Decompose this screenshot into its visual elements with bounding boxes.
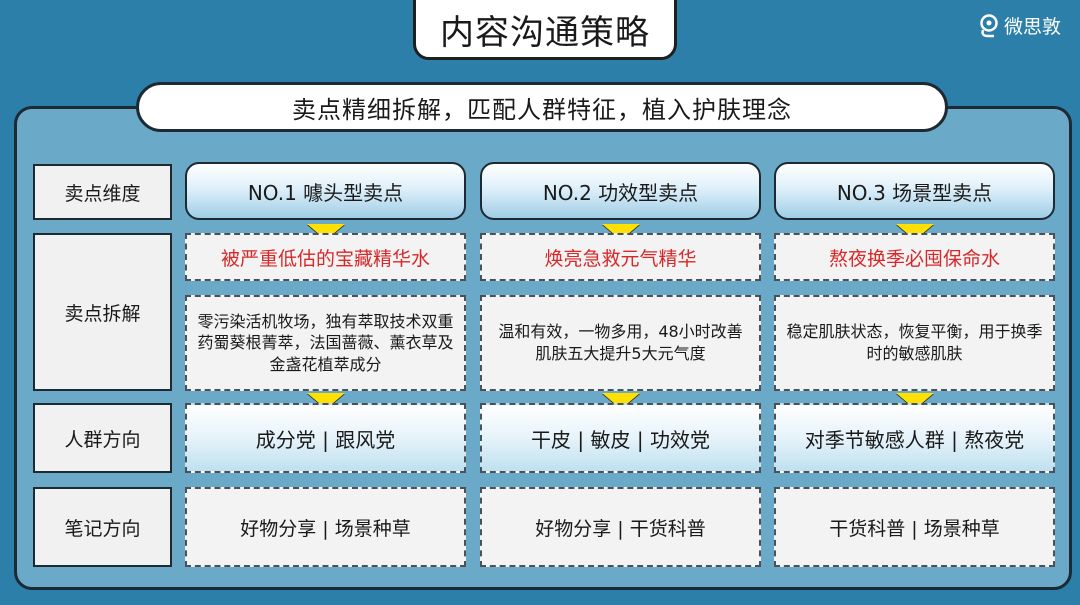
audience-3: 对季节敏感人群 | 熬夜党: [774, 403, 1055, 473]
column-header-3: NO.3 场景型卖点: [774, 162, 1055, 220]
row-label-breakdown: 卖点拆解: [33, 233, 172, 391]
subtitle-banner: 卖点精细拆解，匹配人群特征，植入护肤理念: [136, 82, 948, 132]
column-header-2: NO.2 功效型卖点: [480, 162, 761, 220]
audience-2: 干皮 | 敏皮 | 功效党: [480, 403, 761, 473]
selling-point-headline-2: 焕亮急救元气精华: [480, 233, 761, 281]
selling-point-description-3: 稳定肌肤状态，恢复平衡，用于换季时的敏感肌肤: [774, 295, 1055, 391]
row-label-notes: 笔记方向: [33, 487, 172, 567]
brand-logo: 微思敦: [978, 12, 1061, 39]
selling-point-description-1: 零污染活机牧场，独有萃取技术双重药蜀葵根菁萃，法国蔷薇、薰衣草及金盏花植萃成分: [185, 295, 466, 391]
notes-direction-2: 好物分享 | 干货科普: [480, 487, 761, 567]
page-title: 内容沟通策略: [413, 0, 677, 60]
notes-direction-1: 好物分享 | 场景种草: [185, 487, 466, 567]
selling-point-headline-3: 熬夜换季必囤保命水: [774, 233, 1055, 281]
selling-point-headline-1: 被严重低估的宝藏精华水: [185, 233, 466, 281]
logo-icon: [978, 13, 1000, 38]
row-label-dimension: 卖点维度: [33, 164, 172, 220]
column-header-1: NO.1 噱头型卖点: [185, 162, 466, 220]
notes-direction-3: 干货科普 | 场景种草: [774, 487, 1055, 567]
logo-text: 微思敦: [1004, 16, 1062, 38]
row-label-audience: 人群方向: [33, 403, 172, 473]
selling-point-description-2: 温和有效，一物多用，48小时改善肌肤五大提升5大元气度: [480, 295, 761, 391]
audience-1: 成分党 | 跟风党: [185, 403, 466, 473]
